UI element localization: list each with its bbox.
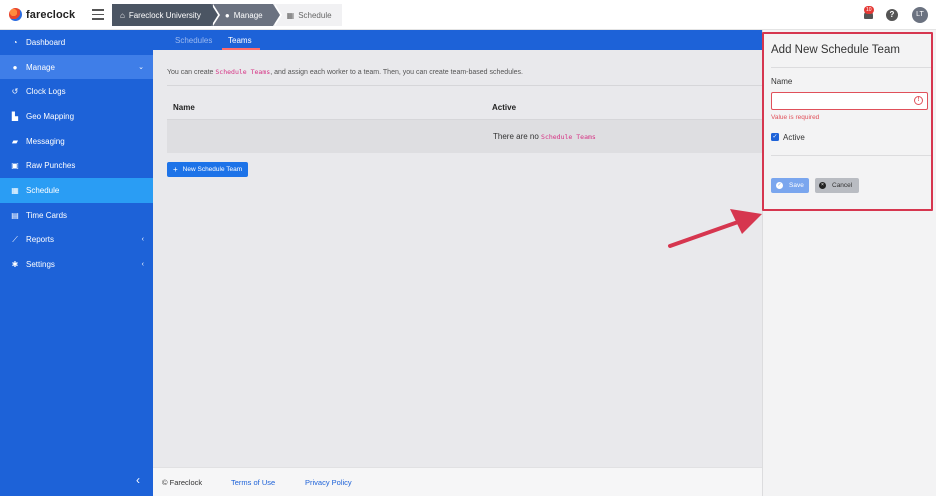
dashboard-icon: ◔ <box>12 37 18 47</box>
plus-icon: + <box>173 165 178 174</box>
empty-table-row: There are no Schedule Teams <box>167 120 762 153</box>
fareclock-logo-icon <box>9 8 22 21</box>
user-icon: ● <box>224 10 230 20</box>
terms-link[interactable]: Terms of Use <box>231 478 275 487</box>
sidebar-item-time-cards[interactable]: ▤ Time Cards <box>0 203 153 228</box>
breadcrumb-label: Fareclock University <box>128 10 201 20</box>
sidebar-item-geo-mapping[interactable]: ▙ Geo Mapping <box>0 104 153 129</box>
code-term: Schedule Teams <box>215 68 271 76</box>
timecard-icon: ▤ <box>11 210 19 220</box>
hamburger-menu-icon[interactable] <box>92 9 104 20</box>
sidebar-item-messaging[interactable]: ▰ Messaging <box>0 129 153 154</box>
sidebar-item-dashboard[interactable]: ◔ Dashboard <box>0 30 153 55</box>
breadcrumb-label: Schedule <box>298 10 332 20</box>
tab-bar: Schedules Teams <box>153 30 762 50</box>
tab-schedules[interactable]: Schedules <box>175 36 212 45</box>
breadcrumb-university[interactable]: ⌂ Fareclock University <box>112 4 220 26</box>
sidebar-item-label: Clock Logs <box>26 87 66 97</box>
avatar[interactable]: LT <box>912 7 928 23</box>
logo-text: fareclock <box>26 8 76 21</box>
footer: © Fareclock Terms of Use Privacy Policy <box>153 467 762 496</box>
home-icon: ⌂ <box>120 10 125 20</box>
sidebar-item-label: Time Cards <box>26 210 68 220</box>
new-schedule-team-button[interactable]: + New Schedule Team <box>167 162 249 177</box>
sidebar-item-label: Schedule <box>26 185 60 195</box>
breadcrumb-manage[interactable]: ● Manage <box>210 4 282 26</box>
sidebar-item-label: Messaging <box>26 136 65 146</box>
sidebar: ◔ Dashboard ● Manage ⌄ ↺ Clock Logs ▙ Ge… <box>0 30 153 496</box>
sidebar-item-label: Reports <box>26 235 55 245</box>
empty-message: There are no Schedule Teams <box>493 132 596 141</box>
intro-text: You can create Schedule Teams, and assig… <box>167 68 523 76</box>
column-header-name[interactable]: Name <box>173 103 195 112</box>
sidebar-item-label: Dashboard <box>26 37 66 47</box>
privacy-link[interactable]: Privacy Policy <box>305 478 352 487</box>
main-content: You can create Schedule Teams, and assig… <box>153 50 762 467</box>
notification-badge: 10 <box>864 6 874 14</box>
sidebar-item-settings[interactable]: ✱ Settings ‹ <box>0 252 153 277</box>
help-icon[interactable]: ? <box>886 9 898 21</box>
tab-teams[interactable]: Teams <box>228 36 252 45</box>
copyright: © Fareclock <box>162 478 203 487</box>
logo[interactable]: fareclock <box>9 8 75 21</box>
sidebar-item-label: Settings <box>26 260 55 270</box>
sidebar-item-label: Geo Mapping <box>26 111 75 121</box>
history-icon: ↺ <box>11 87 19 97</box>
divider <box>167 85 762 86</box>
collapse-sidebar-icon[interactable]: ‹ <box>136 473 140 487</box>
breadcrumb-schedule: ▦ Schedule <box>272 4 342 26</box>
punch-icon: ▣ <box>11 161 19 171</box>
map-icon: ▙ <box>11 111 19 121</box>
sidebar-item-label: Manage <box>26 62 55 72</box>
sidebar-item-schedule[interactable]: ▦ Schedule <box>0 178 153 203</box>
user-icon: ● <box>12 62 18 72</box>
chevron-down-icon: ⌄ <box>138 64 144 72</box>
column-header-active[interactable]: Active <box>492 103 516 112</box>
top-bar: fareclock ⌂ Fareclock University ● Manag… <box>0 0 936 30</box>
sidebar-item-manage[interactable]: ● Manage ⌄ <box>0 54 153 80</box>
chevron-left-icon: ‹ <box>141 261 144 269</box>
sidebar-item-label: Raw Punches <box>26 161 76 171</box>
sidebar-item-reports[interactable]: ⟋ Reports ‹ <box>0 228 153 253</box>
breadcrumb: ⌂ Fareclock University ● Manage ▦ Schedu… <box>112 4 342 26</box>
breadcrumb-label: Manage <box>233 10 263 20</box>
code-term: Schedule Teams <box>541 133 596 141</box>
calendar-icon: ▦ <box>11 185 19 195</box>
sidebar-item-raw-punches[interactable]: ▣ Raw Punches <box>0 153 153 178</box>
calendar-icon: ▦ <box>286 10 295 20</box>
chat-icon: ▰ <box>11 136 19 146</box>
gear-icon: ✱ <box>11 260 19 270</box>
annotation-highlight-box <box>762 32 933 211</box>
chart-icon: ⟋ <box>12 234 18 244</box>
sidebar-item-clock-logs[interactable]: ↺ Clock Logs <box>0 79 153 104</box>
chevron-left-icon: ‹ <box>141 236 144 244</box>
